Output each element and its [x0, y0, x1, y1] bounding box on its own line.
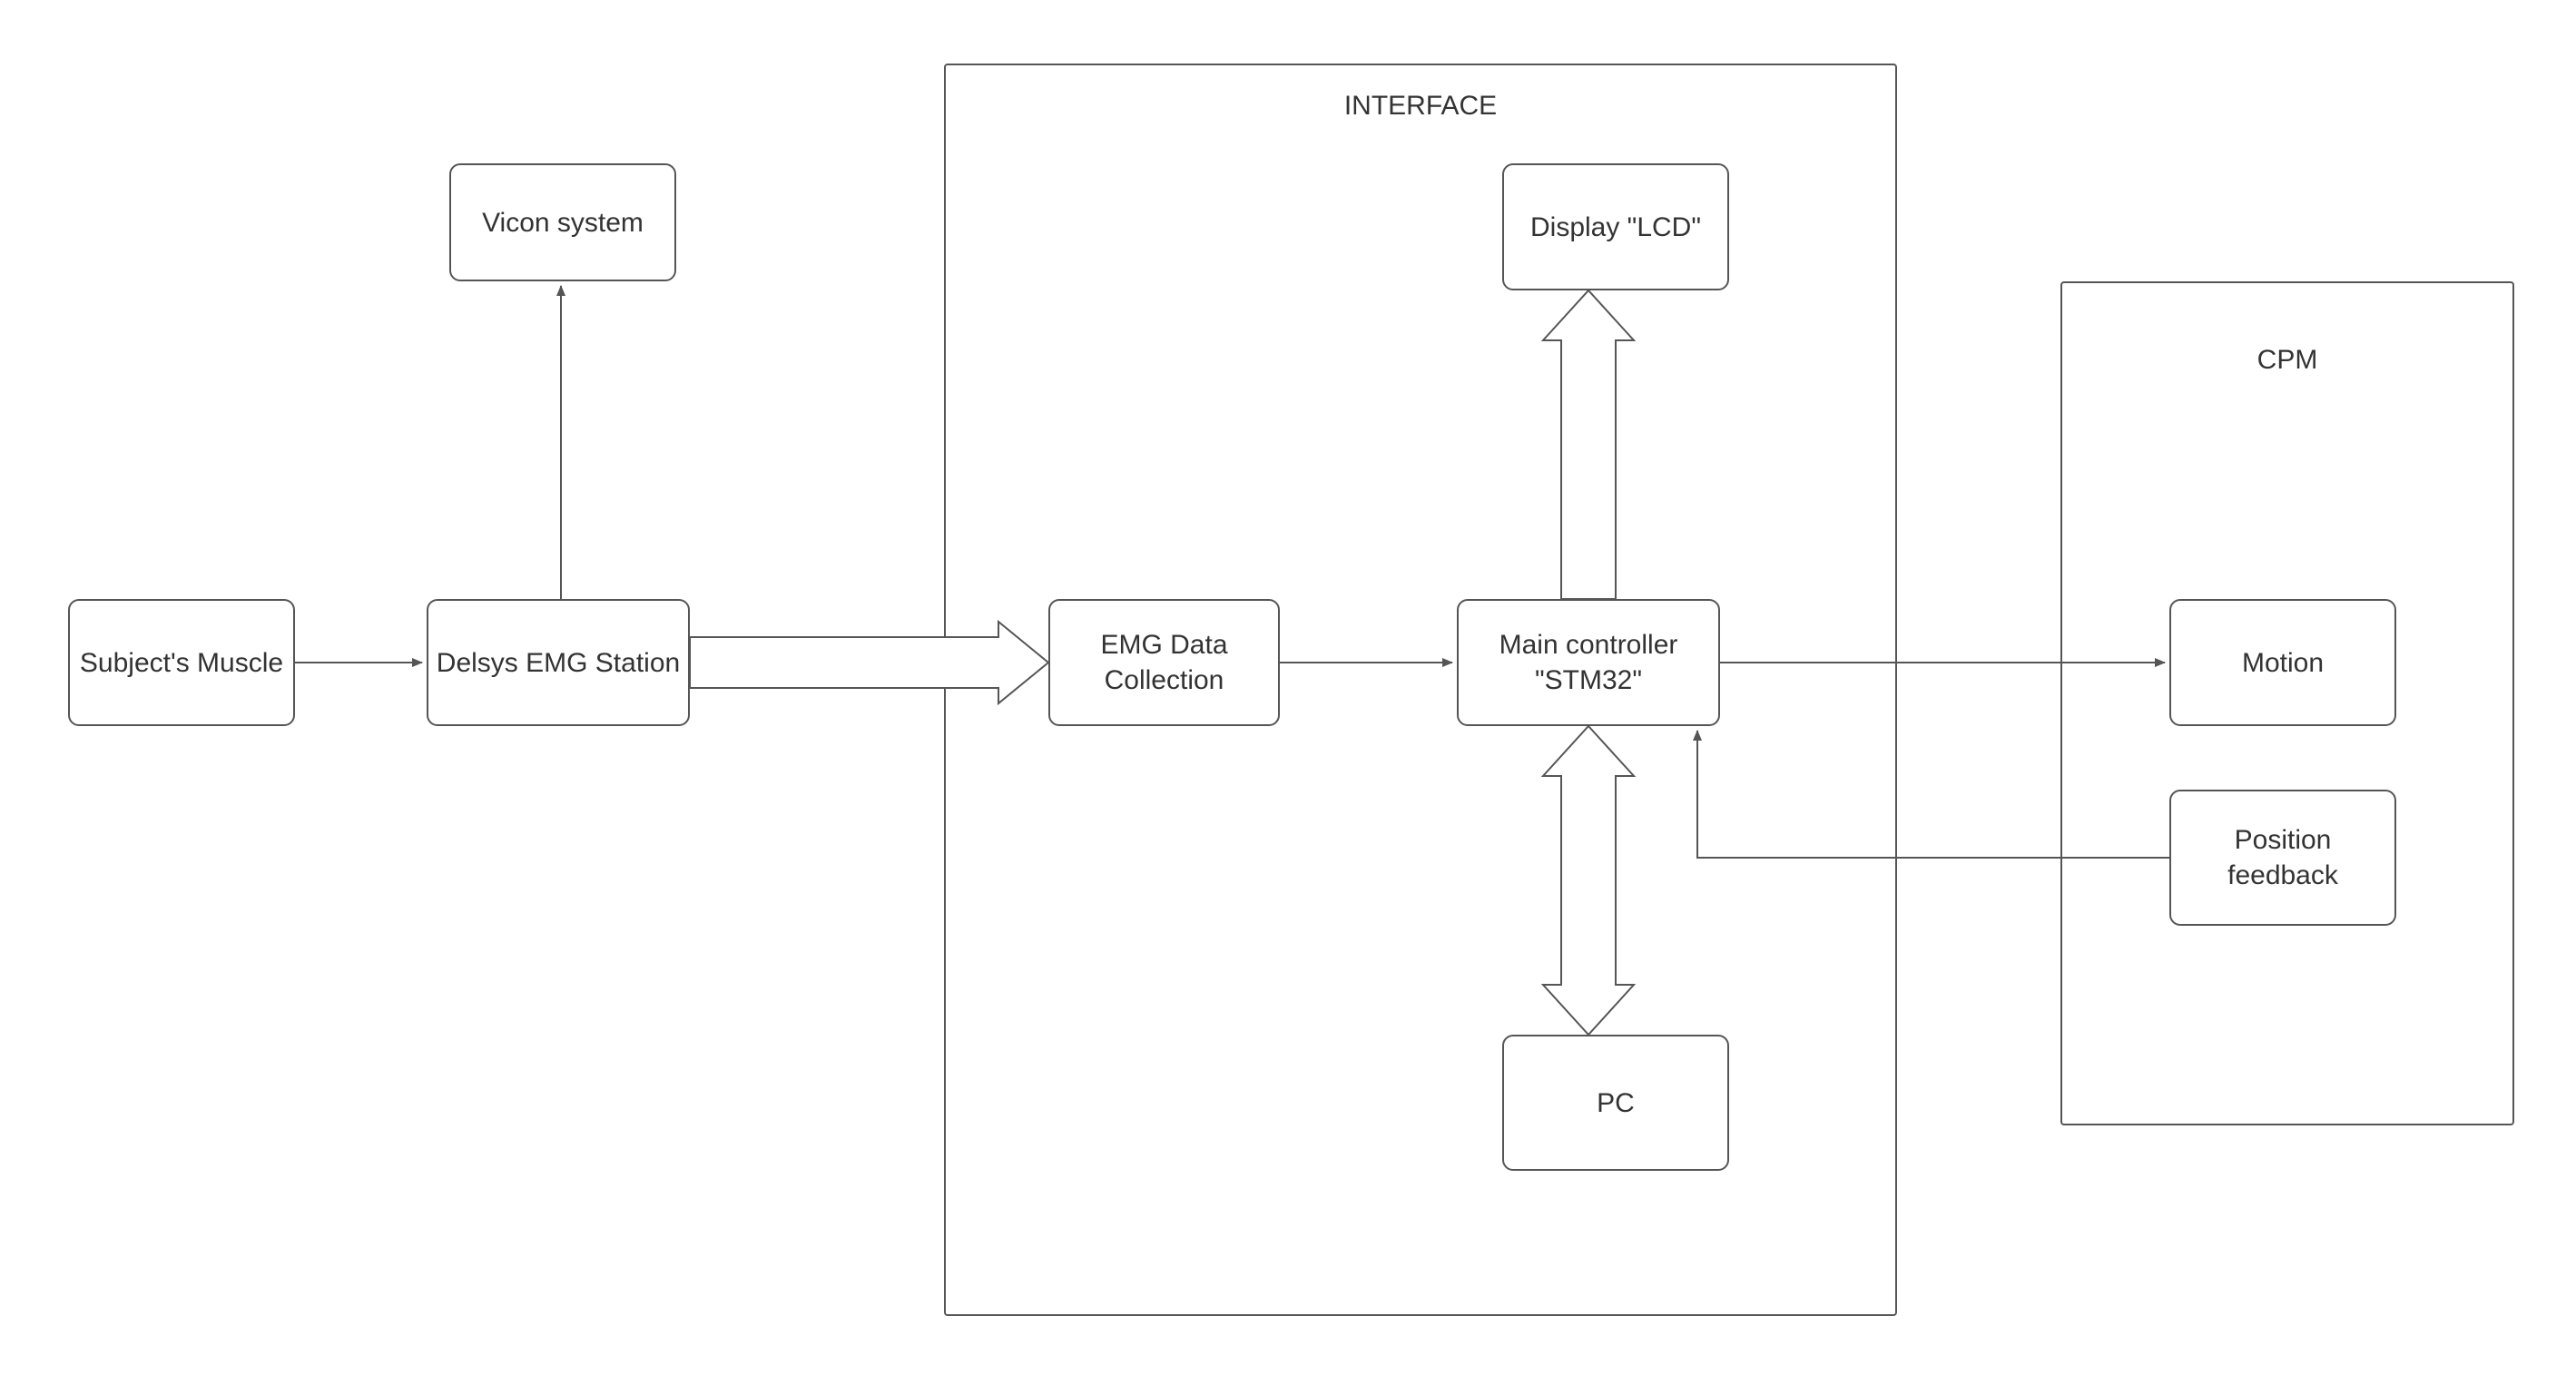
node-main-controller: Main controller "STM32"	[1457, 599, 1720, 726]
node-display-lcd-label: Display "LCD"	[1530, 210, 1701, 245]
node-delsys: Delsys EMG Station	[427, 599, 690, 726]
container-cpm-title: CPM	[2251, 345, 2324, 376]
container-interface-title: INTERFACE	[1343, 91, 1498, 122]
node-pc-label: PC	[1597, 1085, 1635, 1121]
node-pc: PC	[1502, 1035, 1729, 1171]
node-main-controller-label: Main controller "STM32"	[1466, 627, 1711, 698]
node-display-lcd: Display "LCD"	[1502, 163, 1729, 290]
node-vicon-label: Vicon system	[482, 205, 644, 241]
node-subject-muscle: Subject's Muscle	[68, 599, 295, 726]
edge-label-analogue: Analogue	[753, 646, 876, 677]
node-emg-collection: EMG Data Collection	[1048, 599, 1280, 726]
node-delsys-label: Delsys EMG Station	[437, 645, 680, 681]
node-emg-collection-label: EMG Data Collection	[1057, 627, 1271, 698]
node-motion-label: Motion	[2242, 645, 2324, 681]
node-vicon: Vicon system	[449, 163, 676, 281]
node-motion: Motion	[2169, 599, 2396, 726]
diagram-canvas: INTERFACE CPM Subject's Muscle Delsys EM…	[0, 0, 2576, 1385]
node-subject-muscle-label: Subject's Muscle	[80, 645, 283, 681]
node-position-feedback-label: Position feedback	[2178, 822, 2387, 893]
node-position-feedback: Position feedback	[2169, 790, 2396, 926]
